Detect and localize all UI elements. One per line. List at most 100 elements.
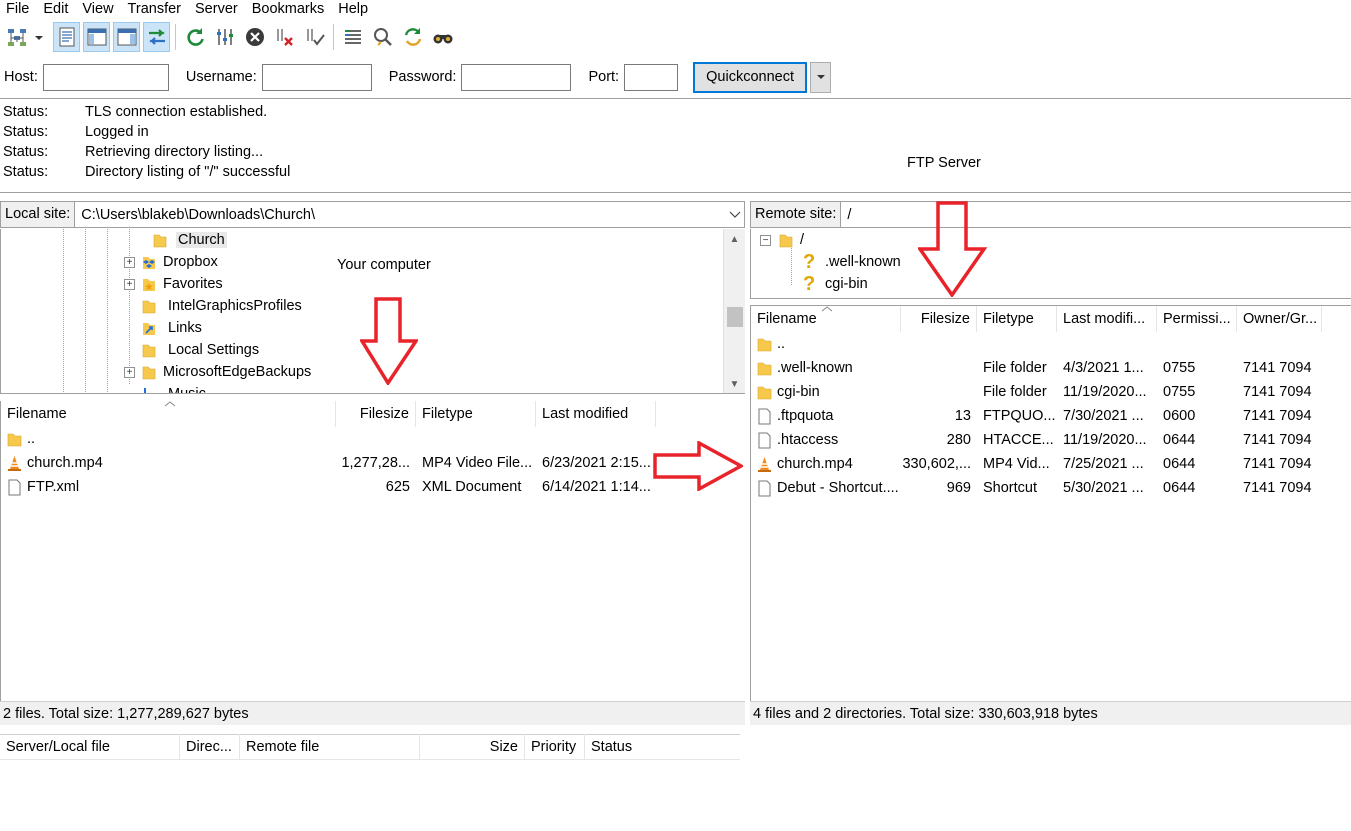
file-modified: 7/25/2021 ... [1063, 456, 1144, 472]
table-row[interactable]: church.mp4 330,602,... MP4 Vid... 7/25/2021… [751, 452, 1322, 476]
file-name: .. [777, 336, 786, 352]
file-modified: 6/23/2021 2:15... [542, 455, 651, 471]
column-owner-group[interactable]: Owner/Gr... [1237, 306, 1322, 332]
column-filesize[interactable]: Filesize [336, 401, 416, 427]
local-file-list[interactable]: Filename Filesize Filetype Last modified… [0, 401, 745, 701]
local-tree-scrollbar[interactable]: ▲ ▼ [723, 229, 745, 393]
search-icon[interactable] [429, 22, 456, 52]
tree-item-music[interactable]: Music [142, 383, 206, 393]
scroll-thumb[interactable] [727, 307, 743, 327]
column-filesize[interactable]: Filesize [901, 306, 977, 332]
column-direction[interactable]: Direc... [180, 734, 240, 760]
refresh-icon[interactable] [181, 22, 208, 52]
tree-item-local-settings[interactable]: Local Settings [142, 339, 259, 361]
password-input[interactable] [461, 63, 572, 91]
local-path-input[interactable]: C:\Users\blakeb\Downloads\Church\ [75, 207, 726, 223]
expand-icon[interactable]: + [124, 366, 135, 378]
ftp-server-annotation: FTP Server [907, 155, 981, 171]
menu-edit[interactable]: Edit [36, 0, 75, 18]
table-row[interactable]: .htaccess 280 HTACCE... 11/19/2020... 0644 71… [751, 428, 1322, 452]
table-row[interactable]: Debut - Shortcut.... 969 Shortcut 5/30/2021… [751, 476, 1322, 500]
column-remote-file[interactable]: Remote file [240, 734, 420, 760]
folder-icon [142, 300, 156, 313]
tree-item-root[interactable]: − / [760, 229, 804, 251]
remote-directory-tree[interactable]: − / ? .well-known ? cgi-bin [750, 229, 1351, 299]
tree-item-intelgraphicsprofiles[interactable]: IntelGraphicsProfiles [142, 295, 302, 317]
column-last-modified[interactable]: Last modifi... [1057, 306, 1157, 332]
toggle-message-log-icon[interactable] [53, 22, 80, 52]
menu-file[interactable]: File [0, 0, 36, 18]
log-entry: Status: Directory listing of "/" successf… [0, 162, 1351, 182]
message-log[interactable]: Status: TLS connection established. Statu… [0, 98, 1351, 193]
collapse-icon[interactable]: − [760, 234, 771, 246]
table-row[interactable]: cgi-bin File folder 11/19/2020... 0755 7141 … [751, 380, 1322, 404]
file-permissions: 0644 [1163, 456, 1196, 472]
toggle-remote-tree-icon[interactable] [113, 22, 140, 52]
table-row[interactable]: .. [751, 332, 1322, 356]
table-row[interactable]: church.mp4 1,277,28... MP4 Video File...… [1, 451, 656, 475]
tree-item-label: MicrosoftEdgeBackups [163, 364, 312, 380]
menu-transfer[interactable]: Transfer [121, 0, 188, 18]
cancel-icon[interactable] [241, 22, 268, 52]
tree-item-dropbox[interactable]: + Dropbox [124, 251, 218, 273]
file-type: MP4 Video File... [422, 455, 533, 471]
table-row[interactable]: FTP.xml 625 XML Document 6/14/2021 1:14.… [1, 475, 656, 499]
toggle-filter-icon[interactable] [369, 22, 396, 52]
menu-help[interactable]: Help [331, 0, 375, 18]
file-name: .htaccess [777, 432, 839, 448]
column-priority[interactable]: Priority [525, 734, 585, 760]
toggle-transfer-queue-icon[interactable] [143, 22, 170, 52]
scroll-up-icon[interactable]: ▲ [724, 229, 745, 249]
column-server-local-file[interactable]: Server/Local file [0, 734, 180, 760]
file-type: XML Document [422, 479, 522, 495]
tree-item-church[interactable]: Church [153, 229, 227, 251]
table-row[interactable]: .well-known File folder 4/3/2021 1... 0755 7… [751, 356, 1322, 380]
log-key: Status: [3, 124, 49, 140]
table-row[interactable]: .ftpquota 13 FTPQUO... 7/30/2021 ... 0600 714… [751, 404, 1322, 428]
file-permissions: 0755 [1163, 384, 1196, 400]
column-permissions[interactable]: Permissi... [1157, 306, 1237, 332]
directory-filter-icon[interactable] [339, 22, 366, 52]
transfer-queue-list[interactable] [0, 760, 1351, 831]
tree-item-links[interactable]: Links [142, 317, 202, 339]
toggle-local-tree-icon[interactable] [83, 22, 110, 52]
folder-icon [142, 366, 156, 379]
column-filetype[interactable]: Filetype [977, 306, 1057, 332]
username-input[interactable] [261, 63, 372, 91]
column-filetype[interactable]: Filetype [416, 401, 536, 427]
chevron-down-icon[interactable] [726, 211, 744, 219]
tree-item-favorites[interactable]: + Favorites [124, 273, 223, 295]
log-entry: Status: TLS connection established. [0, 102, 1351, 122]
expand-icon[interactable]: + [124, 256, 135, 268]
menu-view[interactable]: View [75, 0, 120, 18]
reconnect-icon[interactable] [301, 22, 328, 52]
arrow-right-icon [653, 441, 743, 491]
quickconnect-button[interactable]: Quickconnect [693, 61, 808, 93]
file-size: 1,277,28... [341, 455, 410, 471]
quickconnect-dropdown[interactable] [810, 61, 832, 93]
host-input[interactable] [42, 63, 169, 91]
expand-icon[interactable]: + [124, 278, 135, 290]
scroll-down-icon[interactable]: ▼ [724, 374, 745, 393]
column-status[interactable]: Status [585, 734, 740, 760]
port-input[interactable] [624, 63, 679, 91]
column-last-modified[interactable]: Last modified [536, 401, 656, 427]
file-type: File folder [983, 384, 1047, 400]
tree-item-cgi-bin[interactable]: ? cgi-bin [803, 273, 868, 295]
file-size: 969 [946, 480, 971, 496]
tree-item-well-known[interactable]: ? .well-known [803, 251, 901, 273]
remote-file-list[interactable]: Filename Filesize Filetype Last modifi..… [750, 305, 1351, 701]
log-text: Directory listing of "/" successful [85, 164, 291, 180]
sync-browse-icon[interactable] [399, 22, 426, 52]
dropdown-arrow-icon[interactable] [33, 22, 45, 52]
tree-item-label: Church [176, 232, 227, 248]
disconnect-icon[interactable] [271, 22, 298, 52]
document-icon [8, 479, 21, 495]
tree-item-microsoftedgebackups[interactable]: + MicrosoftEdgeBackups [124, 361, 311, 383]
table-row[interactable]: .. [1, 427, 336, 451]
site-manager-icon[interactable] [3, 22, 30, 52]
menu-bookmarks[interactable]: Bookmarks [245, 0, 332, 18]
column-size[interactable]: Size [420, 734, 525, 760]
menu-server[interactable]: Server [188, 0, 245, 18]
process-queue-icon[interactable] [211, 22, 238, 52]
